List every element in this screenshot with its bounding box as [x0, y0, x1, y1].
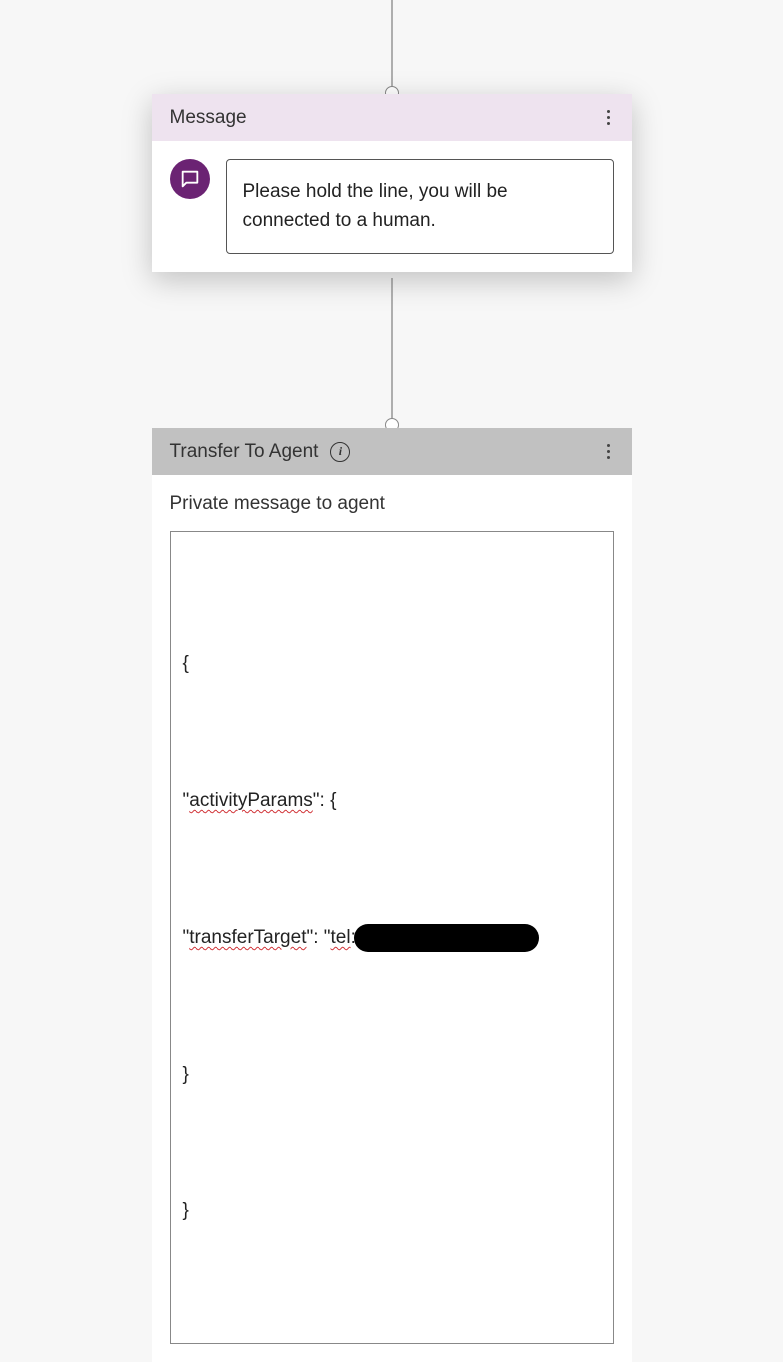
message-node-body: Please hold the line, you will be connec…: [152, 141, 632, 272]
redacted-phone-number: [354, 924, 539, 952]
private-message-input[interactable]: { "activityParams": { "transferTarget": …: [170, 531, 614, 1344]
message-node[interactable]: Message Please hold the line, you will b…: [152, 94, 632, 272]
message-node-header[interactable]: Message: [152, 94, 632, 141]
transfer-node-body: Private message to agent { "activityPara…: [152, 475, 632, 1362]
transfer-node-header[interactable]: Transfer To Agent i: [152, 428, 632, 475]
code-line-4: }: [183, 1052, 601, 1098]
code-line-1: {: [183, 641, 601, 687]
message-node-title: Message: [170, 107, 247, 129]
transfer-node-title: Transfer To Agent: [170, 441, 319, 463]
transfer-node[interactable]: Transfer To Agent i Private message to a…: [152, 428, 632, 1362]
more-options-button[interactable]: [603, 440, 614, 463]
private-message-label: Private message to agent: [170, 493, 614, 515]
message-text-input[interactable]: Please hold the line, you will be connec…: [226, 159, 614, 254]
connector-line-top: [391, 0, 392, 94]
code-line-2: "activityParams": {: [183, 778, 601, 824]
code-line-5: }: [183, 1188, 601, 1234]
connector-line-middle: [391, 278, 392, 425]
chat-bubble-icon: [170, 159, 210, 199]
message-text: Please hold the line, you will be connec…: [243, 181, 508, 231]
more-options-button[interactable]: [603, 106, 614, 129]
code-line-3: "transferTarget": "tel:: [183, 915, 601, 961]
info-icon[interactable]: i: [330, 442, 350, 462]
